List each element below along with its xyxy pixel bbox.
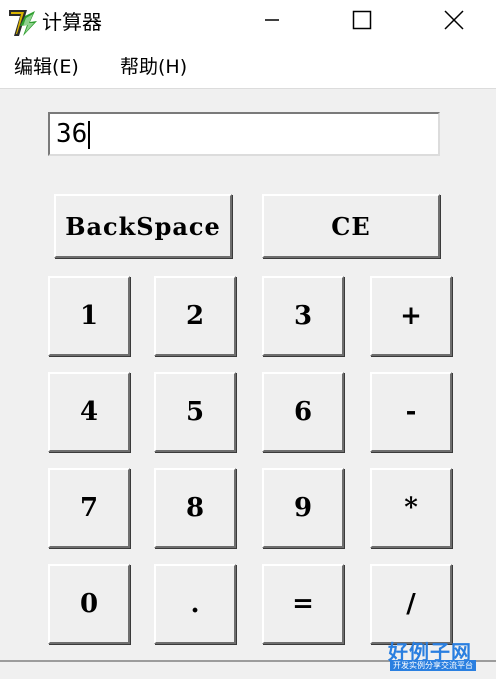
digit-9-button[interactable]: 9 bbox=[262, 468, 344, 548]
watermark-logo: 好例子网 开发实例分享交流平台 bbox=[388, 636, 494, 676]
close-icon bbox=[443, 9, 465, 35]
digit-8-button[interactable]: 8 bbox=[154, 468, 236, 548]
menu-bar: 编辑(E) 帮助(H) bbox=[0, 48, 496, 88]
digit-1-button[interactable]: 1 bbox=[48, 276, 130, 356]
decimal-point-button[interactable]: . bbox=[154, 564, 236, 644]
digit-3-button[interactable]: 3 bbox=[262, 276, 344, 356]
digit-2-button[interactable]: 2 bbox=[154, 276, 236, 356]
ce-button[interactable]: CE bbox=[262, 194, 440, 258]
text-caret bbox=[88, 120, 91, 149]
digit-4-button[interactable]: 4 bbox=[48, 372, 130, 452]
window-title: 计算器 bbox=[42, 10, 102, 34]
close-button[interactable] bbox=[422, 0, 486, 44]
multiply-button[interactable]: * bbox=[370, 468, 452, 548]
maximize-icon bbox=[351, 9, 373, 35]
maximize-button[interactable] bbox=[330, 0, 394, 44]
backspace-button[interactable]: BackSpace bbox=[54, 194, 232, 258]
title-bar: 计算器 bbox=[0, 0, 496, 46]
watermark-tagline: 开发实例分享交流平台 bbox=[390, 660, 476, 671]
minimize-icon bbox=[262, 10, 282, 34]
menu-help[interactable]: 帮助(H) bbox=[120, 54, 187, 80]
calculator-app-icon bbox=[8, 8, 38, 38]
minus-button[interactable]: - bbox=[370, 372, 452, 452]
equals-button[interactable]: = bbox=[262, 564, 344, 644]
digit-7-button[interactable]: 7 bbox=[48, 468, 130, 548]
digit-6-button[interactable]: 6 bbox=[262, 372, 344, 452]
plus-button[interactable]: + bbox=[370, 276, 452, 356]
result-display[interactable]: 36 bbox=[48, 112, 440, 156]
digit-5-button[interactable]: 5 bbox=[154, 372, 236, 452]
display-value: 36 bbox=[56, 119, 88, 149]
menu-edit[interactable]: 编辑(E) bbox=[14, 54, 79, 80]
digit-0-button[interactable]: 0 bbox=[48, 564, 130, 644]
minimize-button[interactable] bbox=[240, 0, 304, 44]
divide-button[interactable]: / bbox=[370, 564, 452, 644]
